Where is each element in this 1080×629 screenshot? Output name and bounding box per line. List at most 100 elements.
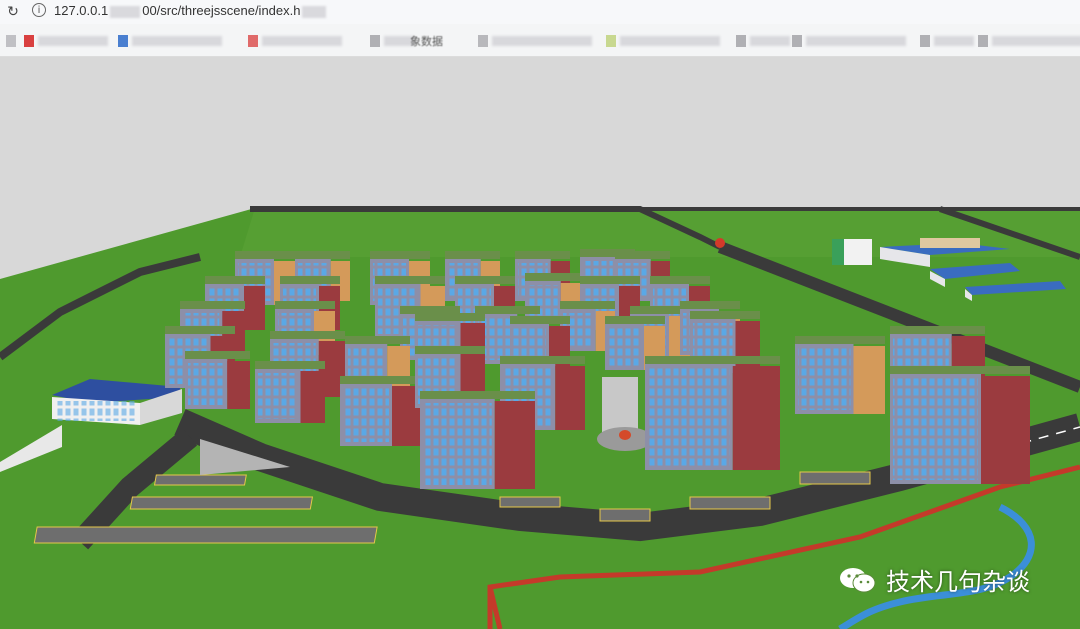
building-rooftop-garden: [255, 361, 325, 369]
bookmark-item[interactable]: [478, 34, 592, 48]
bookmark-favicon-icon: [24, 35, 34, 47]
building-side: [555, 366, 585, 430]
bookmark-favicon-icon: [792, 35, 802, 47]
building-rooftop-garden: [205, 276, 265, 284]
building-side: [732, 366, 780, 470]
bookmark-label-redacted: [806, 36, 906, 46]
building-rooftop-garden: [295, 251, 350, 259]
bookmark-label-redacted: [492, 36, 592, 46]
building-rooftop-garden: [420, 391, 535, 399]
building-rooftop-garden: [650, 276, 710, 284]
bookmark-label-redacted: [992, 36, 1080, 46]
wechat-icon: [838, 566, 878, 594]
building-rooftop-garden: [615, 251, 670, 259]
building-windows: [258, 373, 298, 419]
bookmarks-bar: 象数据: [0, 30, 1080, 52]
bookmark-label-redacted: [934, 36, 974, 46]
bookmark-item[interactable]: [6, 34, 16, 48]
building-windows: [343, 388, 389, 442]
info-icon[interactable]: i: [32, 3, 46, 17]
bookmark-favicon-icon: [6, 35, 16, 47]
building-rooftop-garden: [580, 276, 640, 284]
building-side: [227, 361, 250, 409]
building-rooftop-garden: [690, 311, 760, 319]
bookmark-item[interactable]: [606, 34, 720, 48]
watermark: 技术几句杂谈: [838, 562, 1030, 597]
building-rooftop-garden: [165, 326, 235, 334]
building-rooftop-garden: [525, 273, 580, 281]
building-rooftop-garden: [515, 251, 570, 259]
bookmark-item[interactable]: [248, 34, 342, 48]
building-rooftop-garden: [275, 301, 335, 309]
building-rooftop-garden: [375, 276, 445, 284]
reload-icon[interactable]: ↻: [4, 2, 22, 20]
bookmark-favicon-icon: [736, 35, 746, 47]
url-suffix: 00/src/threejsscene/index.h: [142, 3, 301, 18]
building-windows: [648, 368, 730, 466]
building-windows: [608, 328, 641, 366]
building-rooftop-garden: [185, 351, 250, 359]
building-side: [853, 346, 885, 414]
watermark-text: 技术几句杂谈: [886, 568, 1030, 596]
bookmark-favicon-icon: [118, 35, 128, 47]
building-rooftop-garden: [270, 331, 345, 339]
fountain-center: [619, 430, 631, 440]
bookmark-item[interactable]: [978, 34, 1080, 48]
building-windows: [188, 363, 225, 405]
building-rooftop-garden: [510, 316, 570, 324]
central-walkway: [602, 377, 638, 432]
building-rooftop-garden: [180, 301, 245, 309]
building-side: [300, 371, 325, 423]
url-prefix: 127.0.0.1: [54, 3, 109, 18]
building-rooftop-garden: [890, 326, 985, 334]
url-redacted-end: [302, 5, 327, 18]
bookmark-label-redacted: [38, 36, 108, 46]
bookmark-favicon-icon: [920, 35, 930, 47]
building-rooftop-garden: [445, 251, 500, 259]
bookmark-label-redacted: [620, 36, 720, 46]
url-text[interactable]: 127.0.0.1 00/src/threejsscene/index.h: [54, 2, 328, 20]
url-redacted: [110, 5, 141, 18]
building-side: [735, 321, 760, 373]
building-rooftop-garden: [500, 356, 585, 364]
building-rooftop-garden: [795, 336, 885, 344]
building-rooftop-garden: [415, 346, 485, 354]
building-windows: [423, 403, 492, 485]
bookmark-item[interactable]: [792, 34, 906, 48]
building-rooftop-garden: [475, 306, 540, 314]
building-rooftop-garden: [605, 316, 665, 324]
building-side: [981, 376, 1030, 484]
bookmark-item[interactable]: [370, 34, 414, 48]
bookmark-label-redacted: [132, 36, 222, 46]
building-side: [244, 286, 265, 330]
building-rooftop-garden: [455, 276, 515, 284]
bookmark-favicon-icon: [978, 35, 988, 47]
building-windows: [798, 348, 851, 410]
bookmark-favicon-icon: [606, 35, 616, 47]
building-rooftop-garden: [680, 301, 740, 309]
building-windows: [893, 378, 978, 480]
roundabout-tower: [715, 238, 725, 248]
bookmark-item[interactable]: [920, 34, 974, 48]
building-rooftop-garden: [890, 366, 1030, 374]
bookmark-favicon-icon: [478, 35, 488, 47]
building-rooftop-garden: [560, 301, 615, 309]
bookmark-favicon-icon: [370, 35, 380, 47]
building-rooftop-garden: [415, 313, 485, 321]
building-rooftop-garden: [235, 251, 295, 259]
campus-3d-scene[interactable]: [0, 57, 1080, 629]
address-bar[interactable]: ↻ i 127.0.0.1 00/src/threejsscene/index.h: [0, 0, 1080, 24]
building-rooftop-garden: [645, 356, 780, 364]
building-rooftop-garden: [340, 376, 420, 384]
bookmark-partial-label: 象数据: [410, 36, 443, 48]
threejs-canvas[interactable]: 技术几句杂谈: [0, 57, 1080, 629]
bookmark-label-redacted: [262, 36, 342, 46]
bookmark-item[interactable]: [118, 34, 222, 48]
building-rooftop-garden: [280, 276, 340, 284]
bookmark-label-redacted: [750, 36, 790, 46]
building-rooftop-garden: [345, 336, 410, 344]
browser-chrome: ↻ i 127.0.0.1 00/src/threejsscene/index.h…: [0, 0, 1080, 57]
building-side: [494, 401, 535, 489]
bookmark-item[interactable]: [24, 34, 108, 48]
bookmark-item[interactable]: [736, 34, 790, 48]
